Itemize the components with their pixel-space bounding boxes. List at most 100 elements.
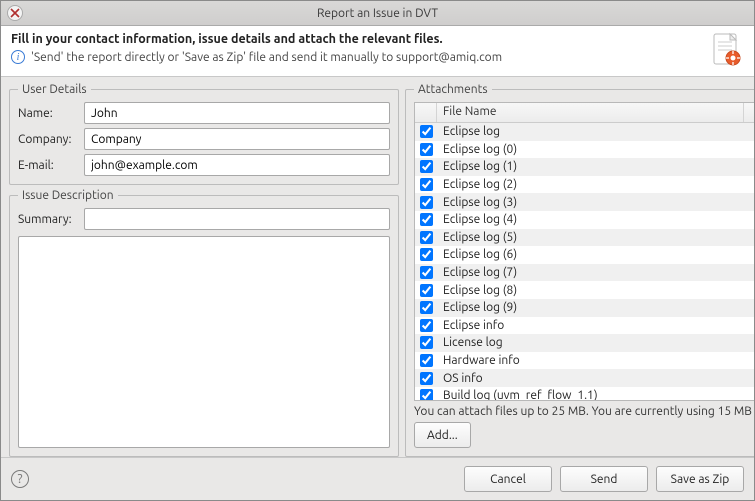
attachment-filename: Eclipse log (9) — [437, 301, 744, 314]
attachment-checkbox[interactable] — [420, 354, 433, 367]
attachment-filename: Eclipse log (0) — [437, 143, 744, 156]
attachment-checkbox[interactable] — [420, 389, 433, 400]
attachment-filename: Eclipse info — [437, 319, 744, 332]
table-row[interactable]: Eclipse log (8)1001 KB — [415, 281, 754, 299]
save-as-zip-button[interactable]: Save as Zip — [656, 466, 744, 492]
table-row[interactable]: Eclipse log (3)1001 KB — [415, 193, 754, 211]
attachment-filename: Eclipse log — [437, 125, 744, 138]
button-bar: ? Cancel Send Save as Zip — [1, 457, 754, 500]
issue-legend: Issue Description — [18, 189, 118, 202]
attachment-size: 1001 KB — [744, 196, 754, 209]
attachment-size: 1001 KB — [744, 284, 754, 297]
header-subtitle: 'Send' the report directly or 'Save as Z… — [31, 51, 502, 64]
company-field[interactable] — [84, 128, 390, 150]
table-row[interactable]: License log465 B — [415, 334, 754, 352]
attachment-size: 1001 KB — [744, 266, 754, 279]
report-doc-icon — [708, 32, 744, 68]
titlebar: Report an Issue in DVT — [1, 1, 754, 26]
send-button[interactable]: Send — [560, 466, 648, 492]
attachment-checkbox[interactable] — [420, 143, 433, 156]
header-title: Fill in your contact information, issue … — [11, 32, 700, 46]
attachment-filename: Build log (uvm_ref_flow_1.1) — [437, 389, 744, 400]
email-label: E-mail: — [18, 159, 78, 172]
table-row[interactable]: Eclipse log841 KB — [415, 123, 754, 141]
attachment-size: 128 KB — [744, 389, 754, 400]
info-icon: i — [11, 50, 25, 64]
attachment-size: 1001 KB — [744, 160, 754, 173]
window-title: Report an Issue in DVT — [1, 7, 754, 20]
table-row[interactable]: Eclipse log (4)1001 KB — [415, 211, 754, 229]
add-button[interactable]: Add... — [414, 422, 471, 448]
attachment-checkbox[interactable] — [420, 231, 433, 244]
attachment-filename: Eclipse log (6) — [437, 248, 744, 261]
attachment-size: 1001 KB — [744, 213, 754, 226]
attachment-filename: OS info — [437, 372, 744, 385]
table-row[interactable]: Eclipse info374 KB — [415, 317, 754, 335]
attachments-legend: Attachments — [414, 83, 492, 96]
attachments-header-row: File Name Size — [415, 103, 754, 123]
attachment-checkbox[interactable] — [420, 266, 433, 279]
table-row[interactable]: Eclipse log (0)1008 KB — [415, 141, 754, 159]
table-row[interactable]: Hardware info11 KB — [415, 352, 754, 370]
user-details-group: User Details Name: Company: E-mail: — [9, 83, 399, 185]
attachment-checkbox[interactable] — [420, 248, 433, 261]
summary-field[interactable] — [84, 208, 390, 230]
header-checkbox-col — [415, 103, 437, 122]
attachment-checkbox[interactable] — [420, 213, 433, 226]
attachment-filename: Eclipse log (4) — [437, 213, 744, 226]
table-row[interactable]: Eclipse log (9)1001 KB — [415, 299, 754, 317]
attachment-size: 1001 KB — [744, 248, 754, 261]
attachment-size: 1008 KB — [744, 143, 754, 156]
table-row[interactable]: Build log (uvm_ref_flow_1.1)128 KB — [415, 387, 754, 400]
attachment-checkbox[interactable] — [420, 336, 433, 349]
attachment-size: 1001 KB — [744, 301, 754, 314]
attachments-footer-note: You can attach files up to 25 MB. You ar… — [414, 401, 754, 418]
header-size[interactable]: Size — [744, 103, 754, 122]
attachment-size: 1001 KB — [744, 231, 754, 244]
attachment-checkbox[interactable] — [420, 196, 433, 209]
name-label: Name: — [18, 107, 78, 120]
table-row[interactable]: OS info2 KB — [415, 369, 754, 387]
name-field[interactable] — [84, 102, 390, 124]
summary-label: Summary: — [18, 213, 78, 226]
attachment-filename: Eclipse log (7) — [437, 266, 744, 279]
attachment-filename: Eclipse log (1) — [437, 160, 744, 173]
attachment-filename: Eclipse log (5) — [437, 231, 744, 244]
header-filename[interactable]: File Name — [437, 103, 744, 122]
attachment-size: 1001 KB — [744, 178, 754, 191]
table-row[interactable]: Eclipse log (2)1001 KB — [415, 176, 754, 194]
dialog-header: Fill in your contact information, issue … — [1, 26, 754, 77]
attachment-size: 465 B — [744, 336, 754, 349]
attachment-checkbox[interactable] — [420, 178, 433, 191]
attachments-group: Attachments File Name Size Eclipse log84… — [405, 83, 754, 457]
description-field[interactable] — [18, 236, 390, 448]
attachments-body[interactable]: Eclipse log841 KBEclipse log (0)1008 KBE… — [415, 123, 754, 400]
table-row[interactable]: Eclipse log (6)1001 KB — [415, 246, 754, 264]
attachment-checkbox[interactable] — [420, 125, 433, 138]
attachment-size: 11 KB — [744, 354, 754, 367]
attachments-table: File Name Size Eclipse log841 KBEclipse … — [414, 102, 754, 401]
attachment-checkbox[interactable] — [420, 372, 433, 385]
table-row[interactable]: Eclipse log (5)1001 KB — [415, 229, 754, 247]
attachment-checkbox[interactable] — [420, 301, 433, 314]
attachment-size: 2 KB — [744, 372, 754, 385]
dialog-window: Report an Issue in DVT Fill in your cont… — [0, 0, 755, 501]
attachment-checkbox[interactable] — [420, 319, 433, 332]
attachment-size: 374 KB — [744, 319, 754, 332]
email-field[interactable] — [84, 154, 390, 176]
issue-description-group: Issue Description Summary: — [9, 189, 399, 457]
attachment-filename: Eclipse log (2) — [437, 178, 744, 191]
attachment-filename: Eclipse log (8) — [437, 284, 744, 297]
cancel-button[interactable]: Cancel — [464, 466, 552, 492]
attachment-size: 841 KB — [744, 125, 754, 138]
attachment-filename: Eclipse log (3) — [437, 196, 744, 209]
table-row[interactable]: Eclipse log (1)1001 KB — [415, 158, 754, 176]
attachment-filename: License log — [437, 336, 744, 349]
attachment-checkbox[interactable] — [420, 284, 433, 297]
company-label: Company: — [18, 133, 78, 146]
table-row[interactable]: Eclipse log (7)1001 KB — [415, 264, 754, 282]
user-details-legend: User Details — [18, 83, 91, 96]
help-button[interactable]: ? — [11, 470, 29, 488]
attachment-checkbox[interactable] — [420, 160, 433, 173]
attachment-filename: Hardware info — [437, 354, 744, 367]
